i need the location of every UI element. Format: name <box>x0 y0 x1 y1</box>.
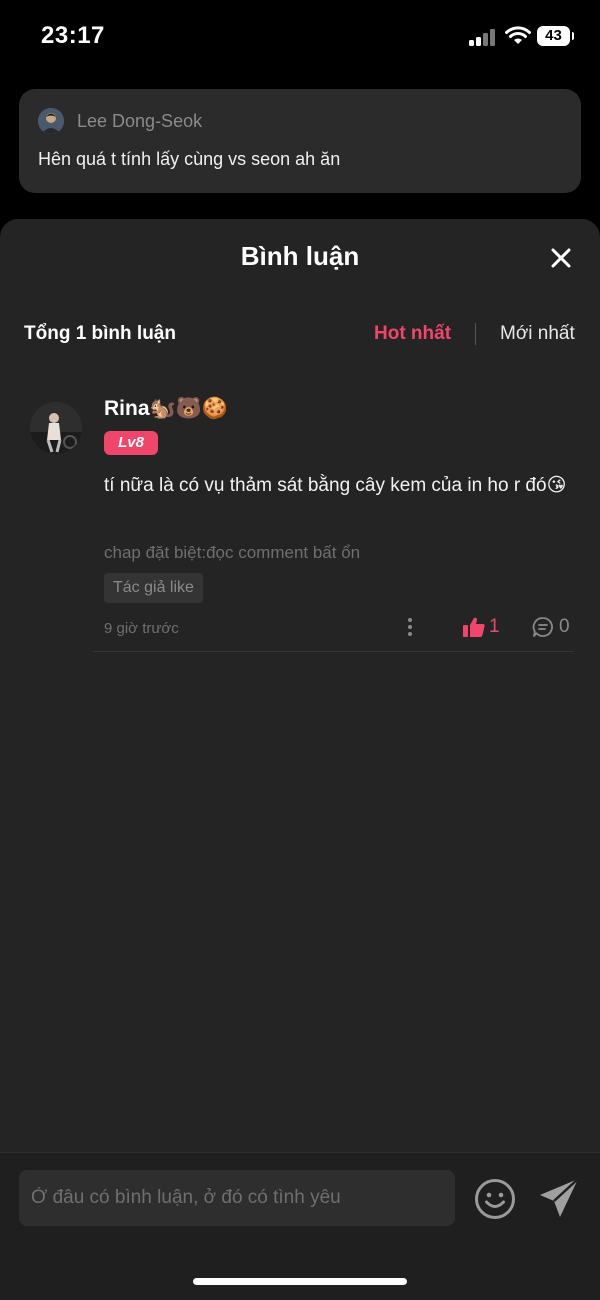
sort-hot-tab[interactable]: Hot nhất <box>374 323 451 345</box>
more-icon[interactable] <box>400 616 420 638</box>
reply-count: 0 <box>559 616 570 637</box>
like-count: 1 <box>489 616 500 637</box>
avatar <box>38 108 64 134</box>
comment-time: 9 giờ trước <box>104 620 179 637</box>
wifi-icon <box>505 26 531 44</box>
sheet-title: Bình luận <box>240 241 360 271</box>
close-icon[interactable] <box>548 245 574 271</box>
author-like-badge: Tác giả like <box>104 573 203 603</box>
battery-icon: 43 <box>537 26 574 46</box>
comment-item: Rina🐿️🐻🍪 Lv8 tí nữa là có vụ thảm sát bằ… <box>0 379 600 653</box>
chapter-note: chap đặt biệt:đọc comment bất ổn <box>104 543 361 562</box>
status-bar: 23:17 43 <box>0 0 600 75</box>
smiley-icon[interactable] <box>474 1178 516 1220</box>
level-badge: Lv8 <box>104 431 158 455</box>
comment-author[interactable]: Rina🐿️🐻🍪 <box>104 397 228 421</box>
previous-comment-card[interactable]: Lee Dong-Seok Hên quá t tính lấy cùng vs… <box>19 89 581 193</box>
comments-sheet: Bình luận Tổng 1 bình luận Hot nhất Mới … <box>0 219 600 1299</box>
send-icon[interactable] <box>538 1177 580 1219</box>
total-comments-label: Tổng 1 bình luận <box>24 323 176 344</box>
previous-comment-author: Lee Dong-Seok <box>77 111 203 131</box>
avatar[interactable] <box>30 402 82 454</box>
comment-input[interactable] <box>19 1170 455 1226</box>
signal-icon <box>469 28 497 46</box>
comment-icon[interactable] <box>532 616 554 638</box>
home-indicator <box>193 1278 407 1285</box>
comment-text: tí nữa là có vụ thảm sát bằng cây kem củ… <box>104 475 567 496</box>
comment-input-bar <box>0 1152 600 1300</box>
previous-comment-text: Hên quá t tính lấy cùng vs seon ah ăn <box>38 149 341 169</box>
sort-divider <box>475 323 476 345</box>
status-time: 23:17 <box>41 22 105 49</box>
divider <box>93 651 574 652</box>
thumbs-up-icon[interactable] <box>463 617 485 637</box>
sort-newest-tab[interactable]: Mới nhất <box>500 323 575 345</box>
